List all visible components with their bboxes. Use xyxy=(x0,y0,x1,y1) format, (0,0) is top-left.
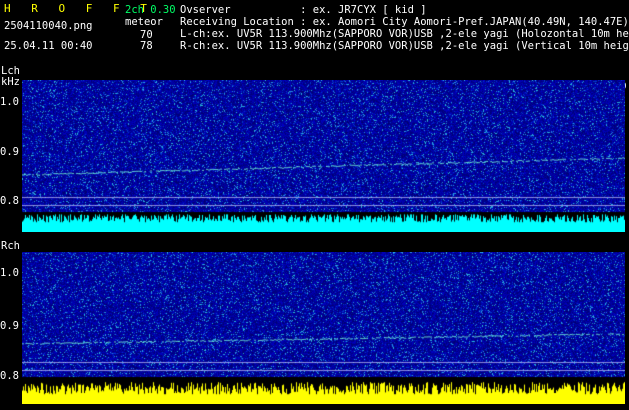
lch-spectrogram xyxy=(22,80,625,232)
location-line: Receiving Location : ex. Aomori City Aom… xyxy=(180,16,629,28)
meteor-label: meteor xyxy=(125,16,163,28)
rch-tick-0-8: 0.8 xyxy=(0,370,19,382)
lch-tick-1-0: 1.0 xyxy=(0,96,19,108)
rch-tick-0-9: 0.9 xyxy=(0,320,19,332)
rch-config-line: R-ch:ex. UV5R 113.900Mhz(SAPPORO VOR)USB… xyxy=(180,40,629,52)
meteor-count-rch: 78 xyxy=(140,40,153,52)
rch-spectrogram xyxy=(22,252,625,404)
lch-tick-0-9: 0.9 xyxy=(0,146,19,158)
mode-label: 2ch 0.30 xyxy=(125,4,176,16)
datetime-label: 25.04.11 00:40 xyxy=(4,40,93,52)
observer-line: Ovserver : ex. JR7CYX [ kid ] xyxy=(180,4,427,16)
filename-label: 2504110040.png xyxy=(4,20,93,32)
lch-config-line: L-ch:ex. UV5R 113.900Mhz(SAPPORO VOR)USB… xyxy=(180,28,629,40)
rch-label: Rch xyxy=(1,240,20,252)
lch-tick-0-8: 0.8 xyxy=(0,195,19,207)
lch-unit-label: kHz xyxy=(1,76,20,88)
rch-tick-1-0: 1.0 xyxy=(0,267,19,279)
